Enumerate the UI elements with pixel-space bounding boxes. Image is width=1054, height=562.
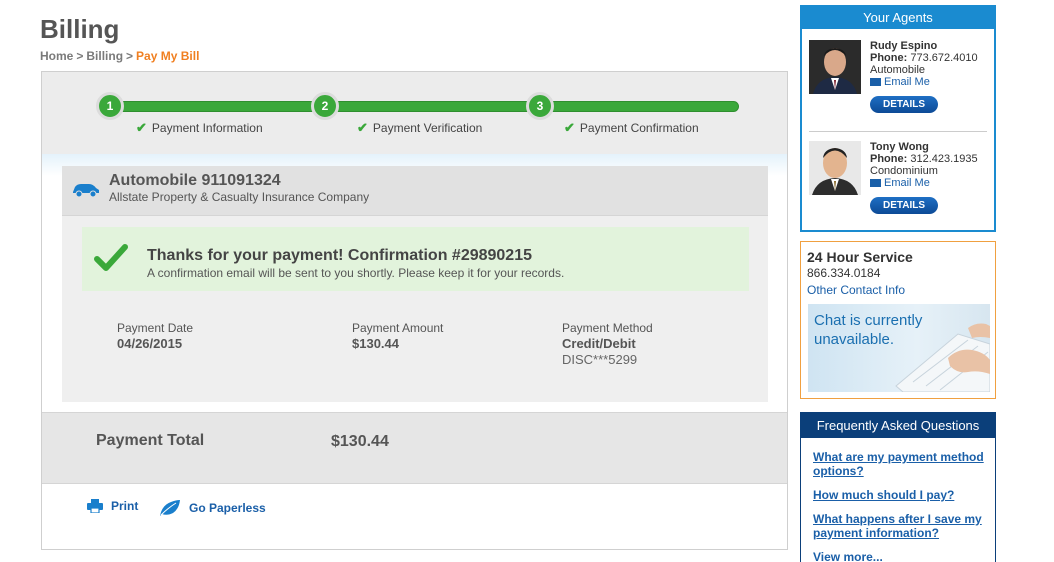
- check-icon: ✔: [564, 120, 575, 135]
- view-more-link[interactable]: View more...: [813, 550, 988, 562]
- breadcrumb: Home > Billing > Pay My Bill: [40, 49, 199, 63]
- faq-panel: Frequently Asked Questions What are my p…: [800, 412, 996, 562]
- agent-phone: Phone: 773.672.4010: [870, 52, 978, 64]
- payment-method-card: DISC***5299: [562, 352, 638, 367]
- agent-type: Automobile: [870, 64, 926, 76]
- agent-details-button[interactable]: DETAILS: [870, 197, 938, 214]
- agents-panel: Your Agents Rudy Espino Phone: 773.672.4…: [800, 5, 996, 232]
- agent-card: Rudy Espino Phone: 773.672.4010 Automobi…: [809, 40, 989, 130]
- check-icon: ✔: [136, 120, 147, 135]
- progress-tracker: 1 2 3 ✔ Payment Information ✔ Payment Veri…: [42, 72, 787, 154]
- print-link[interactable]: Print: [87, 499, 138, 513]
- payment-total-value: $130.44: [331, 433, 389, 450]
- agent-card: Tony Wong Phone: 312.423.1935 Condominiu…: [809, 141, 989, 231]
- policy-title: Automobile 911091324: [109, 172, 281, 189]
- email-me-link[interactable]: Email Me: [870, 177, 930, 189]
- leaf-icon: [160, 500, 180, 516]
- payment-amount-label: Payment Amount: [352, 321, 444, 335]
- faq-link[interactable]: What happens after I save my payment inf…: [813, 512, 988, 540]
- printer-icon: [87, 499, 103, 513]
- step-1-circle: 1: [96, 92, 124, 120]
- payment-method-label: Payment Method: [562, 321, 653, 335]
- payment-panel: 1 2 3 ✔ Payment Information ✔ Payment Veri…: [41, 71, 788, 550]
- step-1-label: ✔ Payment Information: [136, 120, 263, 135]
- service-phone: 866.334.0184: [807, 266, 881, 280]
- agent-name: Rudy Espino: [870, 40, 938, 52]
- breadcrumb-home[interactable]: Home: [40, 49, 73, 63]
- action-links: Print Go Paperless: [42, 484, 787, 549]
- go-paperless-link[interactable]: Go Paperless: [159, 499, 266, 517]
- payment-amount-value: $130.44: [352, 336, 399, 351]
- policy-company: Allstate Property & Casualty Insurance C…: [109, 190, 370, 204]
- payment-total-bar: Payment Total $130.44: [42, 412, 787, 484]
- step-3-label: ✔ Payment Confirmation: [564, 120, 699, 135]
- faq-link[interactable]: How much should I pay?: [813, 488, 988, 502]
- car-icon: [73, 184, 99, 198]
- service-panel: 24 Hour Service 866.334.0184 Other Conta…: [800, 241, 996, 399]
- policy-header: Automobile 911091324 Allstate Property &…: [62, 166, 768, 216]
- breadcrumb-billing[interactable]: Billing: [86, 49, 123, 63]
- breadcrumb-separator: >: [126, 49, 134, 63]
- check-icon: ✔: [357, 120, 368, 135]
- envelope-icon: [870, 78, 881, 86]
- payment-total-label: Payment Total: [96, 432, 205, 449]
- chat-status-banner: Chat is currently unavailable.: [808, 304, 990, 392]
- faq-link[interactable]: What are my payment method options?: [813, 450, 988, 478]
- service-title: 24 Hour Service: [807, 249, 913, 265]
- breadcrumb-current: Pay My Bill: [136, 49, 200, 63]
- email-me-link[interactable]: Email Me: [870, 76, 930, 88]
- payment-date-label: Payment Date: [117, 321, 194, 335]
- confirmation-banner: Thanks for your payment! Confirmation #2…: [82, 227, 749, 291]
- agents-header: Your Agents: [802, 7, 994, 29]
- progress-bar: [99, 101, 739, 112]
- faq-header: Frequently Asked Questions: [801, 413, 995, 438]
- page-title: Billing: [40, 14, 120, 44]
- agent-name: Tony Wong: [870, 141, 929, 153]
- step-2-circle: 2: [311, 92, 339, 120]
- breadcrumb-separator: >: [76, 49, 84, 63]
- agent-phone: Phone: 312.423.1935: [870, 153, 978, 165]
- policy-card: Automobile 911091324 Allstate Property &…: [62, 166, 768, 402]
- confirmation-title: Thanks for your payment! Confirmation #2…: [147, 247, 532, 264]
- step-3-circle: 3: [526, 92, 554, 120]
- agent-details-button[interactable]: DETAILS: [870, 96, 938, 113]
- agent-photo: [809, 141, 861, 195]
- payment-method-value: Credit/Debit: [562, 336, 636, 351]
- payment-content: Automobile 911091324 Allstate Property &…: [42, 154, 787, 412]
- agent-divider: [809, 131, 987, 132]
- other-contact-info-link[interactable]: Other Contact Info: [807, 283, 905, 297]
- agent-type: Condominium: [870, 165, 938, 177]
- payment-date-value: 04/26/2015: [117, 336, 183, 351]
- step-2-label: ✔ Payment Verification: [357, 120, 483, 135]
- envelope-icon: [870, 179, 881, 187]
- checkmark-icon: [94, 244, 128, 271]
- agent-photo: [809, 40, 861, 94]
- confirmation-subtitle: A confirmation email will be sent to you…: [147, 266, 565, 280]
- keyboard-icon: [895, 323, 990, 392]
